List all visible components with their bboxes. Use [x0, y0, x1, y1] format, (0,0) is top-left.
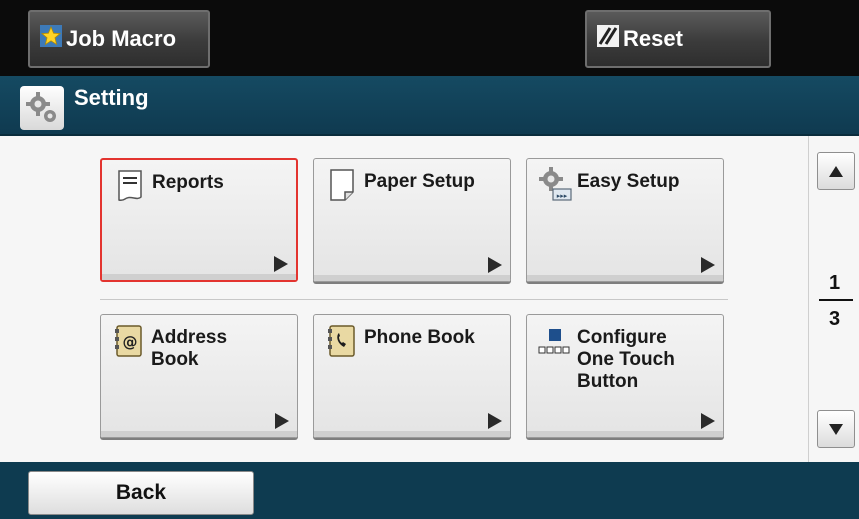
svg-text:▸▸▸: ▸▸▸	[557, 192, 568, 200]
triangle-up-icon	[829, 165, 843, 177]
reports-icon	[112, 168, 148, 204]
reports-label: Reports	[152, 172, 224, 193]
tile-base	[314, 431, 510, 437]
tile-base	[102, 274, 296, 280]
address-book-button[interactable]: @ Address Book	[100, 314, 298, 438]
tile-base	[314, 275, 510, 281]
scroll-up-button[interactable]	[817, 152, 855, 190]
triangle-down-icon	[829, 423, 843, 435]
star-icon	[40, 25, 62, 53]
easy-setup-button[interactable]: ▸▸▸ Easy Setup	[526, 158, 724, 282]
one-touch-icon	[537, 323, 573, 359]
address-book-icon: @	[111, 323, 147, 359]
current-page: 1	[828, 272, 841, 294]
reset-label: Reset	[623, 26, 683, 51]
phone-book-icon	[324, 323, 360, 359]
reset-icon	[597, 25, 619, 53]
reports-button[interactable]: Reports	[100, 158, 298, 282]
bottom-bar: Back	[0, 462, 859, 519]
job-macro-label: Job Macro	[66, 26, 177, 51]
phone-book-button[interactable]: Phone Book	[313, 314, 511, 438]
phone-book-label: Phone Book	[364, 327, 475, 348]
total-pages: 3	[828, 308, 841, 330]
arrow-right-icon	[701, 257, 715, 273]
page-separator	[819, 299, 853, 301]
arrow-right-icon	[275, 413, 289, 429]
back-button[interactable]: Back	[28, 471, 254, 515]
scroll-down-button[interactable]	[817, 410, 855, 448]
tile-base	[527, 431, 723, 437]
arrow-right-icon	[274, 256, 288, 272]
pager-column: 1 3	[808, 136, 859, 462]
job-macro-button[interactable]: Job Macro	[28, 10, 210, 68]
row-divider	[100, 299, 728, 300]
gear-icon: ▸▸▸	[537, 167, 573, 203]
arrow-right-icon	[701, 413, 715, 429]
tile-base	[101, 431, 297, 437]
paper-setup-button[interactable]: Paper Setup	[313, 158, 511, 282]
paper-icon	[324, 167, 360, 203]
address-book-label: Address Book	[151, 327, 228, 370]
reset-button[interactable]: Reset	[585, 10, 771, 68]
page-title: Setting	[74, 85, 149, 110]
arrow-right-icon	[488, 257, 502, 273]
svg-text:@: @	[123, 333, 138, 351]
arrow-right-icon	[488, 413, 502, 429]
paper-setup-label: Paper Setup	[364, 171, 475, 192]
gear-icon	[20, 86, 64, 130]
title-bar: Setting	[0, 76, 859, 136]
configure-one-touch-button[interactable]: Configure One Touch Button	[526, 314, 724, 438]
menu-area: Reports Paper Setup ▸▸▸ Easy Setup @ Add…	[0, 136, 859, 462]
easy-setup-label: Easy Setup	[577, 171, 680, 192]
top-bar: Job Macro Reset	[0, 0, 859, 76]
configure-one-touch-label: Configure One Touch Button	[577, 327, 675, 392]
tile-base	[527, 275, 723, 281]
